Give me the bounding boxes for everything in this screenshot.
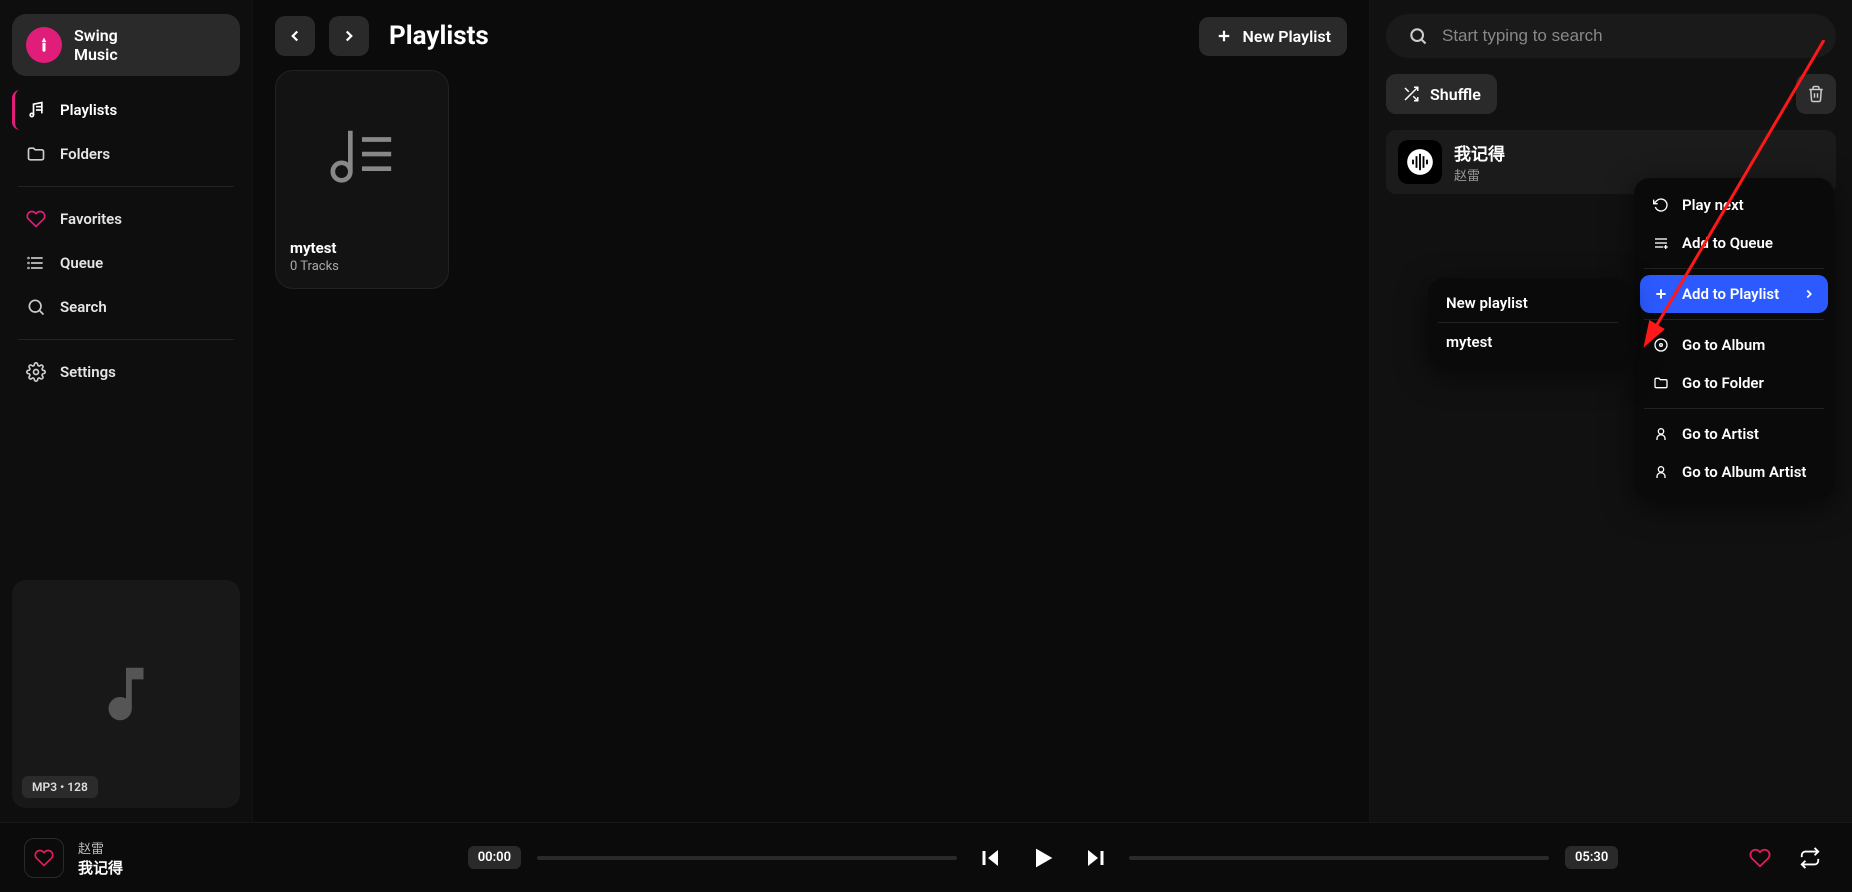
shuffle-label: Shuffle [1430, 85, 1481, 104]
user-icon [1652, 464, 1670, 480]
next-button[interactable] [1077, 840, 1113, 876]
ctx-go-to-album-artist[interactable]: Go to Album Artist [1640, 453, 1828, 491]
search-bar[interactable] [1386, 14, 1836, 58]
progress-bar-right[interactable] [1129, 856, 1549, 860]
ctx-add-to-queue[interactable]: Add to Queue [1640, 224, 1828, 262]
heart-icon [26, 209, 46, 229]
play-button[interactable] [1025, 840, 1061, 876]
playlist-name: mytest [290, 239, 434, 257]
new-playlist-button[interactable]: New Playlist [1199, 17, 1347, 56]
right-panel: Shuffle 我记得 赵雷 Play next Add to Queue Ad… [1370, 0, 1852, 822]
sidebar-item-search[interactable]: Search [12, 287, 240, 327]
folder-icon [1652, 375, 1670, 391]
skip-forward-icon [1083, 846, 1107, 870]
ctx-divider [1644, 408, 1824, 409]
queue-icon [26, 253, 46, 273]
playlist-submenu: New playlist mytest [1428, 278, 1628, 367]
time-current: 00:00 [468, 846, 521, 869]
playlist-card[interactable]: mytest 0 Tracks [275, 70, 449, 289]
clear-button[interactable] [1796, 74, 1836, 114]
player-bar: 赵雷 我记得 00:00 05:30 [0, 822, 1852, 892]
track-artwork [1398, 140, 1442, 184]
plus-icon [1215, 27, 1233, 45]
time-total: 05:30 [1565, 846, 1618, 869]
playlist-grid: mytest 0 Tracks [275, 70, 1347, 289]
sidebar-item-label: Folders [60, 145, 110, 163]
track-artist: 赵雷 [1454, 165, 1505, 184]
back-button[interactable] [275, 16, 315, 56]
repeat-button[interactable] [1792, 840, 1828, 876]
gear-icon [26, 362, 46, 382]
submenu-new-playlist[interactable]: New playlist [1434, 284, 1622, 322]
prev-button[interactable] [973, 840, 1009, 876]
disc-icon [1652, 337, 1670, 353]
user-icon [1652, 426, 1670, 442]
search-input[interactable] [1442, 26, 1814, 46]
track-title: 我记得 [1454, 140, 1505, 165]
ctx-divider [1644, 268, 1824, 269]
sidebar-item-label: Favorites [60, 210, 122, 228]
progress-bar[interactable] [537, 856, 957, 860]
trash-icon [1807, 85, 1825, 103]
ctx-go-to-artist[interactable]: Go to Artist [1640, 415, 1828, 453]
ctx-add-to-playlist[interactable]: Add to Playlist [1640, 275, 1828, 313]
sidebar-item-label: Playlists [60, 101, 117, 119]
submenu-existing-playlist[interactable]: mytest [1434, 323, 1622, 361]
sidebar-item-queue[interactable]: Queue [12, 243, 240, 283]
search-icon [1408, 26, 1428, 46]
nav-divider [18, 186, 234, 187]
music-note-icon [91, 659, 161, 729]
sidebar-item-label: Search [60, 298, 107, 316]
playlist-icon [26, 100, 46, 120]
playlist-default-icon [327, 127, 397, 187]
sidebar-item-label: Settings [60, 363, 116, 381]
add-queue-icon [1652, 235, 1670, 251]
nav-divider [18, 339, 234, 340]
format-badge: MP3 • 128 [22, 776, 98, 798]
player-title: 我记得 [78, 857, 123, 878]
now-playing-art[interactable]: MP3 • 128 [12, 580, 240, 808]
page-title: Playlists [389, 21, 489, 51]
plus-icon [1652, 286, 1670, 302]
ctx-go-to-folder[interactable]: Go to Folder [1640, 364, 1828, 402]
sidebar-item-playlists[interactable]: Playlists [12, 90, 240, 130]
chevron-left-icon [286, 27, 304, 45]
brand-header[interactable]: SwingMusic [12, 14, 240, 76]
playlist-thumb [290, 85, 434, 229]
sidebar-item-label: Queue [60, 254, 103, 272]
heart-icon [1749, 847, 1771, 869]
brand-name: SwingMusic [74, 26, 118, 64]
context-menu: Play next Add to Queue Add to Playlist G… [1634, 178, 1834, 499]
soundwave-icon [1406, 148, 1434, 176]
shuffle-icon [1402, 85, 1420, 103]
folder-icon [26, 144, 46, 164]
favorite-button[interactable] [24, 838, 64, 878]
playlist-track-count: 0 Tracks [290, 259, 434, 274]
skip-back-icon [979, 846, 1003, 870]
chevron-right-icon [340, 27, 358, 45]
ctx-go-to-album[interactable]: Go to Album [1640, 326, 1828, 364]
play-next-icon [1652, 197, 1670, 213]
shuffle-button[interactable]: Shuffle [1386, 74, 1497, 114]
like-button[interactable] [1742, 840, 1778, 876]
sidebar: SwingMusic Playlists Folders Favorites Q… [0, 0, 252, 822]
player-artist: 赵雷 [78, 838, 123, 857]
ctx-divider [1644, 319, 1824, 320]
sidebar-item-settings[interactable]: Settings [12, 352, 240, 392]
forward-button[interactable] [329, 16, 369, 56]
brand-logo-icon [26, 27, 62, 63]
sidebar-item-folders[interactable]: Folders [12, 134, 240, 174]
sidebar-item-favorites[interactable]: Favorites [12, 199, 240, 239]
panel-toolbar: Shuffle [1386, 74, 1836, 114]
heart-icon [34, 848, 54, 868]
repeat-icon [1799, 847, 1821, 869]
main-content: Playlists New Playlist mytest 0 Tracks [252, 0, 1370, 822]
new-playlist-label: New Playlist [1243, 27, 1331, 46]
chevron-right-icon [1802, 287, 1816, 301]
ctx-play-next[interactable]: Play next [1640, 186, 1828, 224]
play-icon [1029, 844, 1057, 872]
header-toolbar: Playlists New Playlist [275, 16, 1347, 56]
search-icon [26, 297, 46, 317]
